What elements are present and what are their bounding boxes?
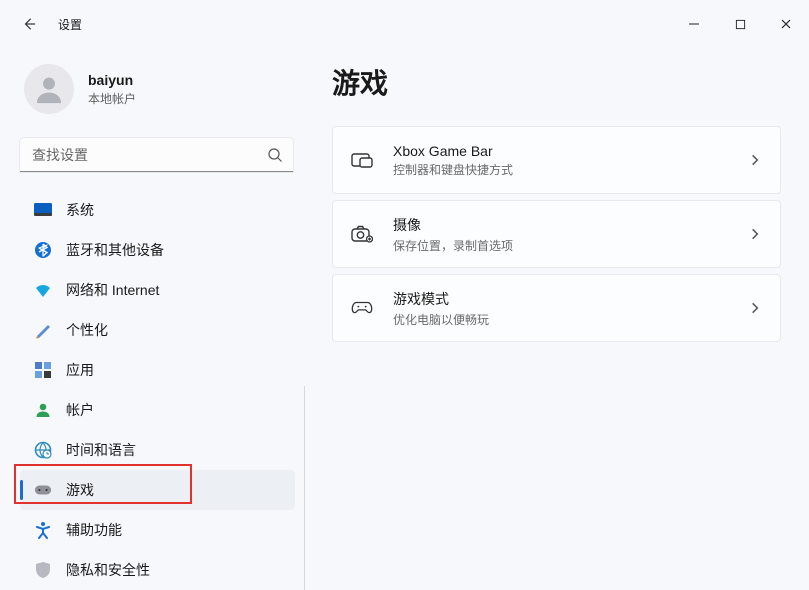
card-sub: 保存位置，录制首选项 <box>393 237 748 254</box>
wifi-icon <box>34 281 52 299</box>
sidebar-item-apps[interactable]: 应用 <box>20 350 295 390</box>
sidebar-item-label: 个性化 <box>66 320 108 340</box>
shield-icon <box>34 561 52 579</box>
main-content: 游戏 Xbox Game Bar 控制器和键盘快捷方式 摄像 保存位置，录制首选… <box>308 48 809 589</box>
search-box <box>20 138 293 172</box>
arrow-left-icon <box>22 17 36 31</box>
card-title: 游戏模式 <box>393 289 748 309</box>
paintbrush-icon <box>34 321 52 339</box>
close-button[interactable] <box>763 8 809 40</box>
chevron-right-icon <box>748 153 762 167</box>
card-sub: 优化电脑以便畅玩 <box>393 311 748 328</box>
globe-clock-icon <box>34 441 52 459</box>
sidebar-item-label: 时间和语言 <box>66 440 136 460</box>
accessibility-icon <box>34 521 52 539</box>
sidebar-item-label: 网络和 Internet <box>66 280 159 300</box>
sidebar-item-label: 系统 <box>66 200 94 220</box>
maximize-button[interactable] <box>717 8 763 40</box>
profile-section[interactable]: baiyun 本地帐户 <box>16 56 305 132</box>
sidebar-item-label: 辅助功能 <box>66 520 122 540</box>
card-title: Xbox Game Bar <box>393 143 748 159</box>
card-xbox-game-bar[interactable]: Xbox Game Bar 控制器和键盘快捷方式 <box>332 126 781 194</box>
apps-icon <box>34 361 52 379</box>
sidebar-item-label: 隐私和安全性 <box>66 560 150 580</box>
controller-icon <box>351 297 373 319</box>
bluetooth-icon <box>34 241 52 259</box>
profile-name: baiyun <box>88 72 136 88</box>
avatar <box>24 64 74 114</box>
nav: 系统 蓝牙和其他设备 网络和 Internet <box>16 190 305 590</box>
sidebar: baiyun 本地帐户 系统 蓝 <box>0 48 308 589</box>
sidebar-item-label: 帐户 <box>66 400 94 420</box>
chevron-right-icon <box>748 227 762 241</box>
card-sub: 控制器和键盘快捷方式 <box>393 161 748 178</box>
gamebar-icon <box>351 149 373 171</box>
account-icon <box>34 401 52 419</box>
sidebar-item-label: 蓝牙和其他设备 <box>66 240 164 260</box>
sidebar-divider <box>304 386 305 590</box>
close-icon <box>780 18 792 30</box>
display-icon <box>34 201 52 219</box>
window-controls <box>671 8 809 40</box>
card-text: Xbox Game Bar 控制器和键盘快捷方式 <box>393 143 748 178</box>
window-title: 设置 <box>58 16 82 33</box>
titlebar-left: 设置 <box>20 15 82 33</box>
card-text: 摄像 保存位置，录制首选项 <box>393 215 748 254</box>
minimize-icon <box>688 18 700 30</box>
sidebar-item-label: 游戏 <box>66 480 94 500</box>
search-input[interactable] <box>20 138 293 172</box>
person-icon <box>32 72 66 106</box>
sidebar-item-network[interactable]: 网络和 Internet <box>20 270 295 310</box>
card-text: 游戏模式 优化电脑以便畅玩 <box>393 289 748 328</box>
sidebar-item-system[interactable]: 系统 <box>20 190 295 230</box>
sidebar-item-privacy[interactable]: 隐私和安全性 <box>20 550 295 590</box>
sidebar-item-accounts[interactable]: 帐户 <box>20 390 295 430</box>
sidebar-item-label: 应用 <box>66 360 94 380</box>
back-button[interactable] <box>20 15 38 33</box>
profile-text: baiyun 本地帐户 <box>88 72 136 107</box>
gamepad-icon <box>34 481 52 499</box>
page-title: 游戏 <box>332 62 781 102</box>
chevron-right-icon <box>748 301 762 315</box>
sidebar-item-bluetooth[interactable]: 蓝牙和其他设备 <box>20 230 295 270</box>
card-game-mode[interactable]: 游戏模式 优化电脑以便畅玩 <box>332 274 781 342</box>
search-icon <box>267 147 283 163</box>
sidebar-item-personalization[interactable]: 个性化 <box>20 310 295 350</box>
maximize-icon <box>735 19 746 30</box>
sidebar-item-time-language[interactable]: 时间和语言 <box>20 430 295 470</box>
camera-icon <box>351 223 373 245</box>
minimize-button[interactable] <box>671 8 717 40</box>
card-captures[interactable]: 摄像 保存位置，录制首选项 <box>332 200 781 268</box>
profile-sub: 本地帐户 <box>88 90 136 107</box>
card-title: 摄像 <box>393 215 748 235</box>
sidebar-item-gaming[interactable]: 游戏 <box>20 470 295 510</box>
sidebar-item-accessibility[interactable]: 辅助功能 <box>20 510 295 550</box>
titlebar: 设置 <box>0 0 809 48</box>
